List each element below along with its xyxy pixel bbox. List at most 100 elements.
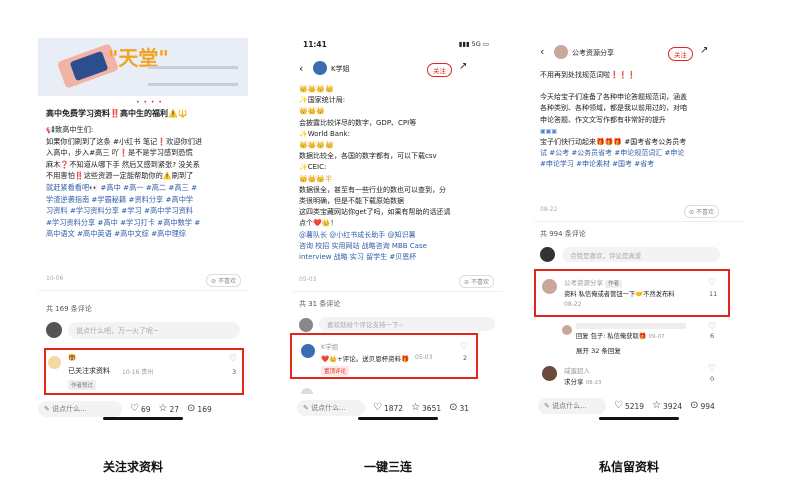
home-indicator [358, 417, 438, 420]
comment-count: 共 31 条评论 [299, 300, 341, 308]
post-line[interactable]: 就赶紧看看吧👀 #高中 #高一 #高二 #高三 # [46, 182, 244, 194]
post-date: 08-22 [540, 206, 558, 213]
post-line[interactable]: 学渣逆袭指南 #学霸秘籍 #资料分享 #高中学 [46, 194, 244, 206]
star-icon: ☆ [411, 402, 421, 413]
reply-like-icon[interactable]: ♡ [708, 322, 716, 332]
star-button[interactable]: ☆ 3651 [411, 403, 441, 413]
post-line[interactable]: #申论学习 #申论素材 #国考 #省考 [540, 159, 740, 170]
comment-text: ❤️👑+评论。送贝恩杯资料🎁 [321, 355, 410, 363]
comment-input[interactable]: 说点什么吧，万一火了呢~ [68, 322, 240, 339]
post-line: ✨国家统计局: [299, 96, 346, 105]
comment-like-count: 0 [710, 375, 715, 383]
post-line: 点个❤️👑！ [299, 219, 338, 228]
comment-like-icon[interactable]: ♡ [229, 354, 237, 364]
share-icon[interactable]: ↗ [459, 61, 467, 72]
commenter-name[interactable]: 🐯 [68, 354, 76, 362]
post-body: 👑👑👑👑 ✨国家统计局: 👑👑👑 会披露比较详尽的数字，GDP、CPI等 ✨Wo… [299, 84, 499, 263]
commenter-avatar[interactable] [542, 279, 557, 294]
follow-button[interactable]: 关注 [427, 63, 452, 77]
divider [534, 221, 744, 222]
post-line: 数据比较全，各国的数字都有，可以下载csv [299, 152, 437, 161]
post-line[interactable]: 习资料 #学习资料分享 #学习 #高中学习资料 [46, 205, 244, 217]
post-line[interactable]: 试 #公考 #公务员省考 #申论规范词汇 #申论 [540, 148, 740, 159]
star-count: 3651 [422, 403, 442, 413]
account-name[interactable]: 公考资源分享 [572, 48, 614, 58]
commenter-avatar[interactable] [542, 366, 557, 381]
commenter-name-text: 公考资源分享 [564, 279, 603, 287]
caption-dm-for-material: 私信留资料 [598, 460, 659, 474]
comment-total: 169 [197, 404, 212, 414]
star-button[interactable]: ☆ 3924 [652, 401, 682, 411]
post-line[interactable]: interview 战略 实习 留学生 #贝恩杯 [299, 252, 499, 263]
reply-name-placeholder [576, 323, 686, 329]
post-line: 宝子们快行动起来🎁🎁🎁 #国考省考公务员考 [540, 138, 687, 147]
star-button[interactable]: ☆ 27 [159, 404, 180, 414]
commenter-avatar[interactable] [301, 344, 315, 358]
post-line: 今天给宝子们准备了各种申论答题规范词，涵盖 [540, 93, 687, 102]
post-greeting: 📢致高中生们: [46, 125, 94, 134]
post-body: 📢致高中生们: 如果你们刷到了这条 #小红书 笔记❗欢迎你们进 入高中，步入#高… [46, 124, 244, 240]
post-line[interactable]: #学习资料分享 #高中 #学习打卡 #高中数学 # [46, 217, 244, 229]
heart-icon: ♡ [373, 402, 382, 413]
comment-button[interactable]: ⊙ 994 [690, 401, 715, 411]
comment-like-count: 3 [232, 368, 237, 376]
comment2-meta: 08-23 [585, 380, 602, 386]
post-line[interactable]: 高中语文 #高中英语 #高中文综 #高中理综 [46, 228, 244, 240]
expand-replies-link[interactable]: 展开 32 条回复 [576, 345, 621, 355]
not-like-button[interactable]: ⊘ 不喜欢 [684, 205, 719, 218]
comment-like-icon[interactable]: ♡ [460, 342, 468, 352]
account-name[interactable]: K学姐 [331, 64, 350, 74]
commenter-name[interactable]: 咸蛋超人 [564, 365, 590, 375]
comment-button[interactable]: ⊙ 31 [449, 403, 469, 413]
post-date: 05-03 [299, 276, 317, 283]
post-image-banner[interactable]: "天堂" [38, 38, 248, 96]
signal-label: 5G [471, 40, 481, 48]
reply-avatar[interactable] [562, 325, 572, 335]
commenter-avatar[interactable] [48, 356, 61, 369]
back-icon[interactable]: ‹ [540, 45, 544, 58]
follow-button[interactable]: 关注 [668, 47, 693, 61]
post-line[interactable]: 咨询 校招 实用网站 战略咨询 MBB Case [299, 241, 499, 252]
comment-like-icon[interactable]: ♡ [708, 364, 716, 374]
account-avatar[interactable] [313, 61, 327, 75]
like-button[interactable]: ♡ 69 [130, 404, 151, 414]
post-header: ‹ 公考资源分享 关注 ↗ [534, 44, 744, 62]
like-count: 5219 [624, 401, 645, 411]
not-like-button[interactable]: ⊘ 不喜欢 [206, 274, 241, 287]
comment2-text: 求分享 [564, 378, 584, 386]
say-something-input[interactable]: ✎ 说点什么... [297, 400, 365, 416]
post-line: ✨World Bank: [299, 129, 350, 138]
like-button[interactable]: ♡ 5219 [614, 401, 644, 411]
comment-input[interactable]: 点赞是喜欢，评论是真爱 [562, 247, 720, 262]
account-avatar[interactable] [554, 45, 568, 59]
comment-icon: ⊙ [690, 400, 699, 411]
user-avatar[interactable] [299, 318, 313, 332]
comment-icon: ⊙ [449, 402, 458, 413]
user-avatar[interactable] [46, 322, 62, 338]
post-line: 如果你们刷到了这条 #小红书 笔记❗欢迎你们进 [46, 136, 203, 146]
author-liked-tag: 作者赞过 [68, 380, 97, 390]
commenter-name[interactable]: 公考资源分享 作者 [564, 277, 623, 288]
post-line: 这四类宝藏网站你get了吗，如果有帮助的话还请 [299, 208, 451, 217]
commenter-name[interactable]: K学姐 [321, 341, 338, 351]
heart-icon: ♡ [130, 403, 139, 414]
comment-input[interactable]: 喜欢就给个评论支持一下~ [319, 317, 495, 331]
comment-text: 求分享 08-23 [564, 376, 602, 386]
say-something-input[interactable]: ✎ 说点什么... [538, 398, 606, 414]
post-line: ✨CEIC: [299, 163, 327, 172]
user-avatar[interactable] [540, 247, 555, 262]
like-button[interactable]: ♡ 1872 [373, 403, 403, 413]
share-icon[interactable]: ↗ [700, 45, 708, 56]
not-like-button[interactable]: ⊘ 不喜欢 [459, 275, 494, 288]
say-something-input[interactable]: ✎ 说点什么... [38, 401, 122, 417]
post-line[interactable]: @薯队长 @小红书成长助手 @知识薯 [299, 230, 499, 241]
comment-like-icon[interactable]: ♡ [708, 278, 716, 288]
status-time: 11:41 [303, 40, 327, 49]
back-icon[interactable]: ‹ [299, 62, 303, 75]
comment-like-count: 11 [709, 290, 718, 298]
home-indicator [103, 417, 183, 420]
comment-button[interactable]: ⊙ 169 [187, 404, 212, 414]
like-count: 69 [140, 404, 151, 414]
bottom-action-bar: ✎ 说点什么... ♡ 5219 ☆ 3924 ⊙ 994 [534, 395, 744, 417]
carousel-dots[interactable]: • • • • [136, 99, 163, 106]
